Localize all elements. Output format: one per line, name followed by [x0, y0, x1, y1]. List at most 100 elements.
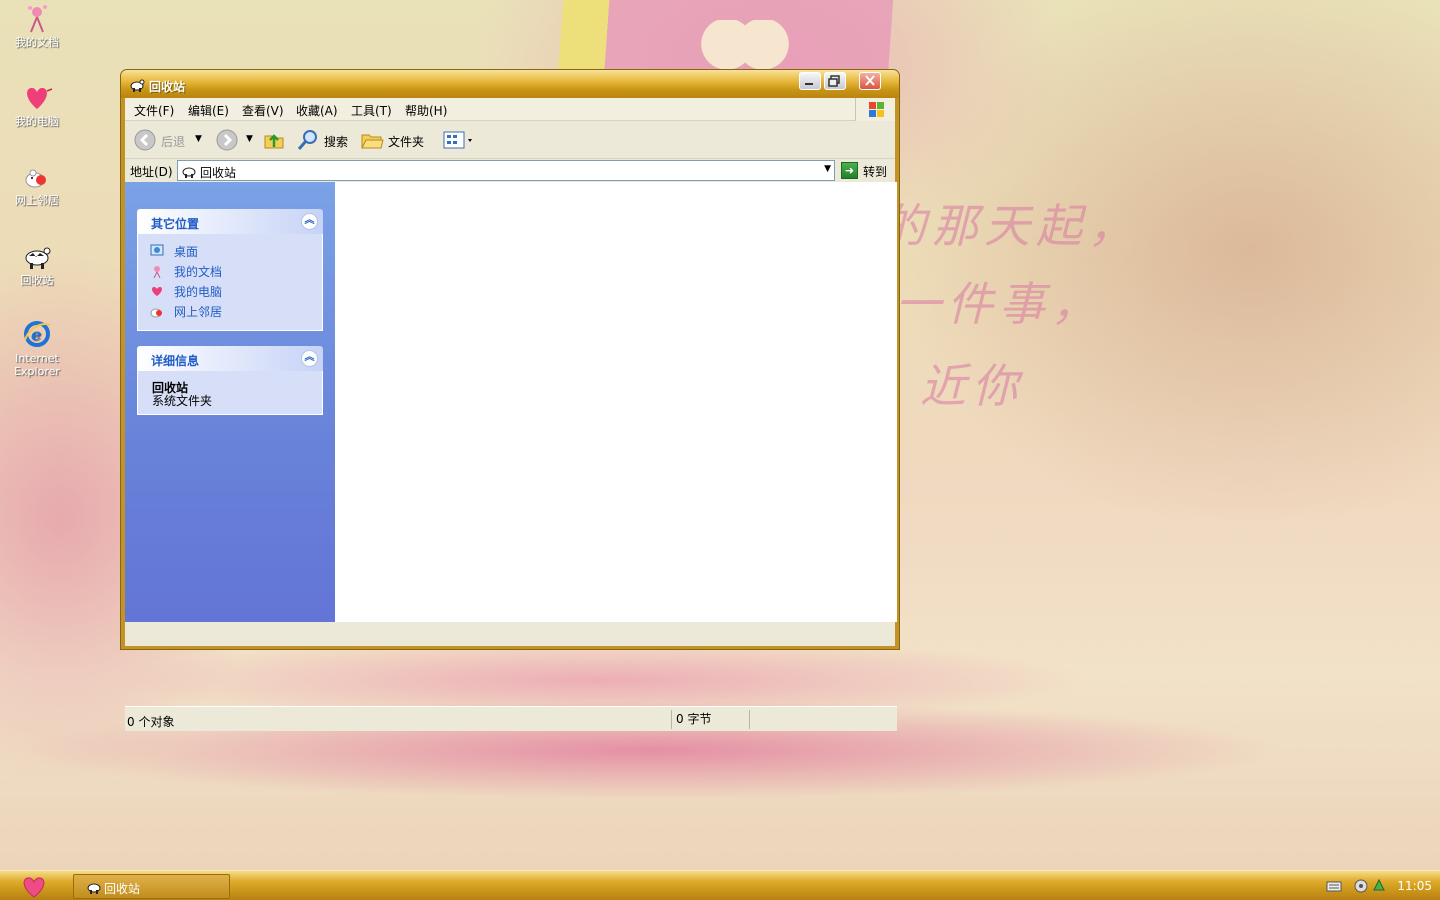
- address-input[interactable]: 回收站 ▼: [177, 160, 835, 181]
- address-value: 回收站: [200, 166, 237, 180]
- recycle-bin-icon: [129, 78, 145, 95]
- up-folder-button[interactable]: [262, 128, 286, 152]
- details-body: 回收站 系统文件夹: [137, 371, 323, 415]
- views-icon: [443, 131, 472, 149]
- address-label: 地址(D): [130, 165, 173, 179]
- standard-toolbar: 后退 ▼ ▼ 搜索 文件夹: [125, 121, 895, 159]
- desktop-icon-label: 我的电脑: [15, 115, 59, 128]
- folder-up-icon: [264, 134, 284, 149]
- views-button[interactable]: [443, 130, 477, 150]
- my-documents-icon: [150, 264, 164, 279]
- back-label: 后退: [161, 135, 186, 149]
- task-pane: 其它位置 ︽ 桌面 我的文档 我的电脑 网上邻居 详细信息 ︽ 回收站 系统文件…: [125, 182, 335, 622]
- back-arrow-icon: [134, 129, 156, 151]
- other-places-panel: 其它位置 ︽ 桌面 我的文档 我的电脑 网上邻居: [137, 209, 323, 331]
- internet-explorer-icon: e: [21, 318, 53, 350]
- go-label: 转到: [863, 165, 888, 179]
- details-panel: 详细信息 ︽ 回收站 系统文件夹: [137, 346, 323, 415]
- wallpaper-text-line-2: 一件事，: [895, 277, 1103, 331]
- folders-label: 文件夹: [388, 135, 425, 149]
- menu-file[interactable]: 文件(F): [134, 102, 174, 119]
- address-bar: 地址(D) 回收站 ▼ ➜ 转到: [125, 159, 895, 182]
- maximize-button[interactable]: [824, 72, 846, 90]
- minimize-icon: [805, 83, 813, 85]
- network-places-icon: [150, 304, 164, 318]
- close-icon: [865, 75, 875, 86]
- network-status-icon[interactable]: [1372, 878, 1386, 897]
- link-label: 桌面: [174, 245, 199, 259]
- desktop-icon-recycle-bin[interactable]: 回收站: [4, 240, 70, 287]
- minimize-button[interactable]: [799, 72, 821, 90]
- search-icon: [297, 130, 317, 150]
- link-label: 我的文档: [174, 265, 223, 279]
- back-dropdown-arrow-icon[interactable]: ▼: [195, 134, 202, 144]
- window-body: 文件(F) 编辑(E) 查看(V) 收藏(A) 工具(T) 帮助(H) 后退 ▼…: [125, 98, 897, 731]
- status-zone: [749, 710, 895, 729]
- search-label: 搜索: [324, 135, 349, 149]
- forward-button[interactable]: [215, 128, 241, 152]
- menu-favorites[interactable]: 收藏(A): [296, 102, 338, 119]
- wallpaper-text-line-1: 的那天起，: [880, 199, 1140, 253]
- network-places-icon: [21, 160, 53, 192]
- window-title: 回收站: [149, 80, 186, 94]
- folders-button[interactable]: 文件夹: [360, 128, 430, 152]
- recycle-bin-icon: [21, 240, 53, 272]
- restore-icon: [828, 75, 840, 87]
- forward-arrow-icon: [216, 129, 238, 151]
- desktop-icon-internet-explorer[interactable]: e Internet Explorer: [4, 318, 70, 378]
- recycle-bin-icon: [86, 880, 102, 897]
- menu-view[interactable]: 查看(V): [242, 102, 284, 119]
- details-type: 系统文件夹: [152, 394, 213, 408]
- heart-icon: [23, 877, 45, 898]
- taskbar-clock[interactable]: 11:05: [1397, 879, 1432, 893]
- details-title: 详细信息: [151, 354, 200, 368]
- go-arrow-icon: ➜: [841, 162, 858, 179]
- menu-bar: 文件(F) 编辑(E) 查看(V) 收藏(A) 工具(T) 帮助(H): [125, 98, 895, 121]
- recycle-bin-icon: [181, 164, 197, 181]
- taskbar: 回收站 11:05: [0, 870, 1440, 900]
- other-places-body: 桌面 我的文档 我的电脑 网上邻居: [137, 234, 323, 331]
- collapse-chevron-icon[interactable]: ︽: [301, 350, 318, 367]
- desktop-icon-my-computer[interactable]: 我的电脑: [4, 81, 70, 128]
- menu-edit[interactable]: 编辑(E): [188, 102, 229, 119]
- status-bar: 0 个对象 0 字节: [125, 706, 897, 731]
- desktop-icon-network-places[interactable]: 网上邻居: [4, 160, 70, 207]
- taskbar-button-label: 回收站: [104, 882, 141, 896]
- window-titlebar[interactable]: 回收站: [121, 70, 899, 98]
- my-computer-icon: [150, 284, 164, 298]
- desktop-icon-my-documents[interactable]: 我的文档: [4, 2, 70, 49]
- recycle-bin-window: 回收站 文件(F) 编辑(E) 查看(V) 收藏(A) 工具(T) 帮助(H): [120, 69, 900, 731]
- back-button[interactable]: 后退: [133, 128, 203, 152]
- forward-dropdown-arrow-icon[interactable]: ▼: [246, 134, 253, 144]
- file-list-area[interactable]: [335, 182, 897, 622]
- start-button[interactable]: [20, 875, 48, 899]
- explorer-content: 其它位置 ︽ 桌面 我的文档 我的电脑 网上邻居 详细信息 ︽ 回收站 系统文件…: [125, 182, 897, 731]
- address-dropdown-arrow-icon[interactable]: ▼: [824, 164, 831, 174]
- system-tray: 11:05: [1320, 871, 1440, 900]
- windows-logo: [855, 98, 895, 121]
- close-button[interactable]: [859, 72, 881, 90]
- collapse-chevron-icon[interactable]: ︽: [301, 213, 318, 230]
- keyboard-icon[interactable]: [1326, 879, 1342, 896]
- other-places-title: 其它位置: [151, 217, 200, 231]
- desktop-icon-label: Internet Explorer: [14, 352, 60, 378]
- desktop-icon-label: 网上邻居: [15, 194, 59, 207]
- link-label: 我的电脑: [174, 285, 223, 299]
- link-label: 网上邻居: [174, 305, 223, 319]
- status-object-count: 0 个对象: [127, 715, 175, 729]
- wallpaper-text-line-3: 近你: [920, 359, 1024, 413]
- menu-help[interactable]: 帮助(H): [405, 102, 447, 119]
- volume-icon[interactable]: [1354, 878, 1368, 897]
- desktop-icon: [150, 244, 164, 258]
- details-header[interactable]: 详细信息 ︽: [137, 346, 323, 371]
- other-places-header[interactable]: 其它位置 ︽: [137, 209, 323, 234]
- my-computer-icon: [21, 81, 53, 113]
- search-button[interactable]: 搜索: [296, 128, 352, 152]
- taskbar-button-recycle-bin[interactable]: 回收站: [73, 874, 230, 899]
- folder-icon: [361, 134, 384, 149]
- desktop-icon-label: 回收站: [20, 274, 54, 287]
- status-size: 0 字节: [671, 710, 749, 729]
- desktop-icon-label: 我的文档: [15, 36, 59, 49]
- my-documents-icon: [21, 2, 53, 34]
- menu-tools[interactable]: 工具(T): [351, 102, 392, 119]
